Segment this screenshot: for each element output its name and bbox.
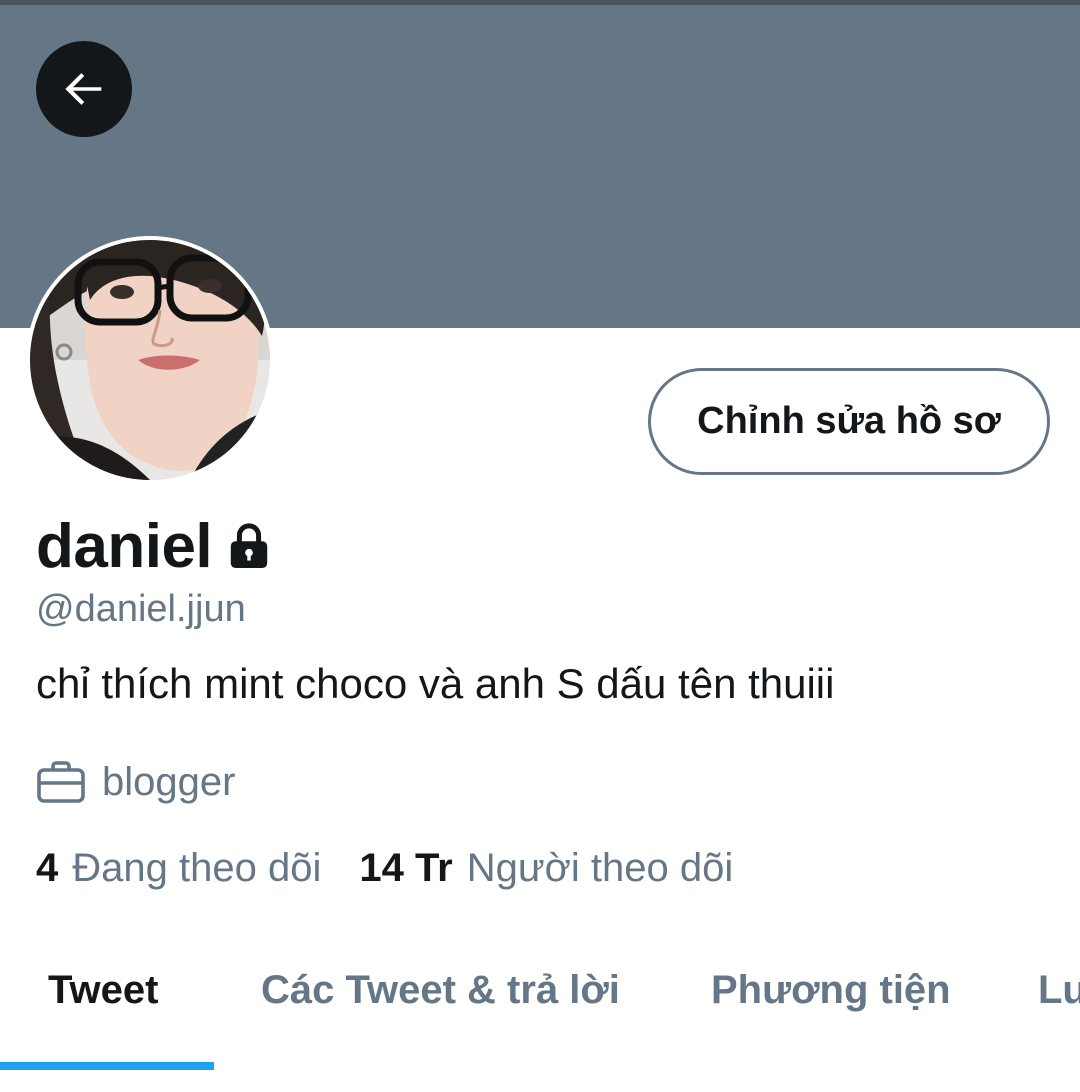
job-label: blogger — [102, 759, 236, 804]
avatar[interactable] — [26, 236, 274, 484]
profile-bio: chỉ thích mint choco và anh S dấu tên th… — [36, 660, 835, 707]
active-tab-indicator — [0, 1062, 214, 1070]
name-row: daniel — [36, 508, 272, 584]
arrow-left-icon — [65, 73, 102, 105]
edit-profile-button[interactable]: Chỉnh sửa hồ sơ — [648, 368, 1050, 475]
tab-tweets[interactable]: Tweet — [48, 968, 158, 1013]
briefcase-icon — [37, 761, 85, 803]
followers-stat[interactable]: 14 Tr Người theo dõi — [359, 846, 733, 891]
profile-page: Chỉnh sửa hồ sơ daniel @daniel.jjun chỉ … — [0, 0, 1080, 1092]
display-name: daniel — [36, 511, 213, 581]
avatar-photo — [30, 240, 270, 480]
followers-label: Người theo dõi — [466, 845, 734, 890]
following-count: 4 — [36, 845, 59, 890]
followers-count: 14 Tr — [359, 845, 453, 890]
tab-tweets-and-replies[interactable]: Các Tweet & trả lời — [261, 968, 620, 1013]
follow-stats: 4 Đang theo dõi 14 Tr Người theo dõi — [36, 840, 733, 896]
profile-job: blogger — [36, 754, 235, 810]
user-handle: @daniel.jjun — [36, 588, 246, 630]
back-button[interactable] — [36, 41, 132, 137]
tab-likes[interactable]: Lu — [1038, 968, 1080, 1013]
lock-icon — [230, 523, 268, 569]
tab-media[interactable]: Phương tiện — [711, 968, 951, 1013]
following-stat[interactable]: 4 Đang theo dõi — [36, 846, 321, 891]
following-label: Đang theo dõi — [72, 845, 322, 890]
profile-tabs: Tweet Các Tweet & trả lời Phương tiện Lu — [0, 930, 1080, 1072]
